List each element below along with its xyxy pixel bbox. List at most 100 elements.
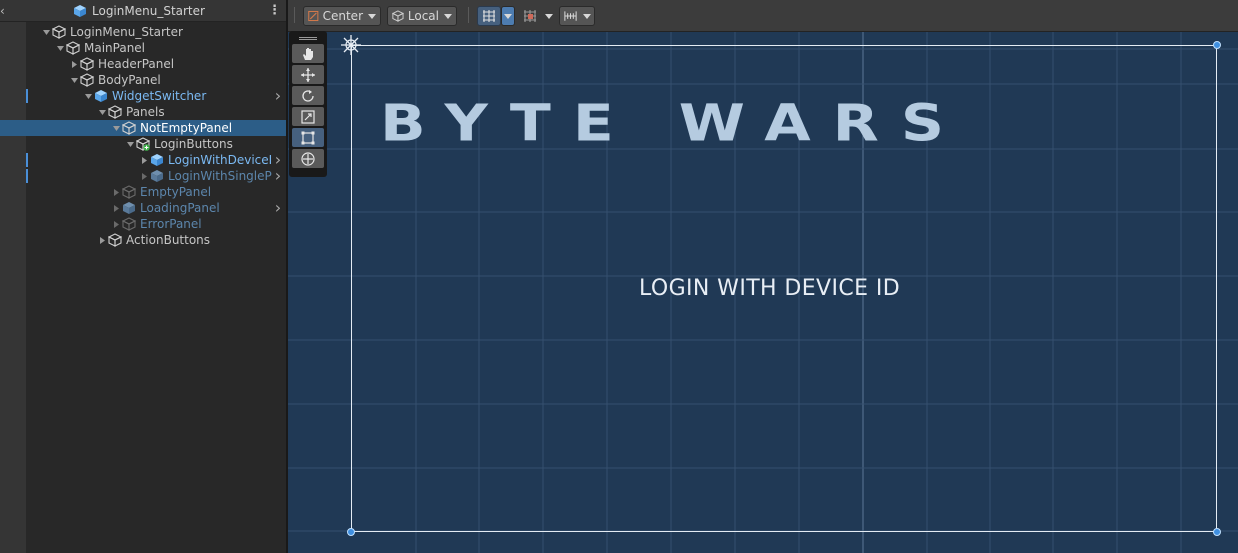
hierarchy-item[interactable]: ErrorPanel (0, 216, 286, 232)
hierarchy-item[interactable]: Panels (0, 104, 286, 120)
hierarchy-item[interactable]: NotEmptyPanel (0, 120, 286, 136)
hierarchy-item-label: ErrorPanel (140, 217, 202, 231)
expand-arrow-right-icon[interactable] (110, 200, 122, 216)
expand-arrow-right-icon[interactable] (68, 56, 80, 72)
hierarchy-item-label: Panels (126, 105, 165, 119)
override-marker (26, 169, 28, 183)
hierarchy-item-label: BodyPanel (98, 73, 161, 87)
hierarchy-item[interactable]: LoginWithSingleP › (0, 168, 286, 184)
chevron-down-icon (545, 13, 553, 19)
rotate-icon (302, 89, 314, 102)
gameobject-cube-icon (108, 105, 122, 119)
expand-arrow-down-icon[interactable] (54, 40, 66, 56)
login-device-id-button-label[interactable]: LOGIN WITH DEVICE ID (639, 276, 900, 302)
prefab-stage-title: LoginMenu_Starter (73, 3, 205, 19)
hierarchy-item[interactable]: BodyPanel (0, 72, 286, 88)
gameobject-cube-icon (122, 121, 136, 135)
grid-visibility-dropdown[interactable] (542, 6, 556, 26)
tool-palette (289, 31, 327, 177)
chevron-down-icon (504, 13, 512, 19)
rect-handle-bottom-right[interactable] (1213, 528, 1221, 536)
transform-tool-button[interactable] (292, 149, 324, 168)
grid-snapping-button[interactable] (477, 6, 501, 26)
prefab-stage-title-label: LoginMenu_Starter (92, 4, 205, 18)
hierarchy-item[interactable]: MainPanel (0, 40, 286, 56)
expand-arrow-down-icon[interactable] (124, 136, 136, 152)
rotate-tool-button[interactable] (292, 86, 324, 105)
hierarchy-item-label: LoginWithSingleP (168, 169, 272, 183)
hierarchy-item[interactable]: LoadingPanel › (0, 200, 286, 216)
hand-tool-button[interactable] (292, 44, 324, 63)
override-marker (26, 89, 28, 103)
back-chevron-icon[interactable]: ‹ (0, 2, 10, 20)
scale-icon (301, 109, 315, 124)
gameobject-cube-icon (52, 25, 66, 39)
hierarchy-item[interactable]: EmptyPanel (0, 184, 286, 200)
gameobject-cube-icon (122, 217, 136, 231)
expand-arrow-right-icon[interactable] (138, 168, 150, 184)
hierarchy-item-label: LoginMenu_Starter (70, 25, 183, 39)
pivot-rotation-label: Local (407, 9, 439, 23)
pivot-gizmo-icon[interactable] (339, 33, 363, 57)
rect-tool-button[interactable] (292, 128, 324, 147)
scene-toolbar: Center Local (288, 0, 1238, 32)
gameobject-cube-icon (122, 185, 136, 199)
expand-arrow-down-icon[interactable] (110, 120, 122, 136)
expand-arrow-right-icon[interactable] (138, 152, 150, 168)
pivot-mode-dropdown[interactable]: Center (303, 6, 381, 26)
pivot-mode-label: Center (322, 9, 363, 23)
prefab-cube-icon (74, 5, 86, 17)
hierarchy-tree: LoginMenu_Starter MainPanel HeaderPanel Bod… (0, 24, 286, 248)
expand-arrow-right-icon[interactable] (110, 216, 122, 232)
grid-snapping-dropdown[interactable] (501, 6, 515, 26)
rect-handle-bottom-left[interactable] (347, 528, 355, 536)
hierarchy-item[interactable]: HeaderPanel (0, 56, 286, 72)
override-marker (26, 153, 28, 167)
hierarchy-item-label: EmptyPanel (140, 185, 212, 199)
open-prefab-chevron-icon[interactable]: › (272, 200, 284, 216)
hierarchy-item-label: WidgetSwitcher (112, 89, 207, 103)
open-prefab-chevron-icon[interactable]: › (272, 88, 284, 104)
chevron-down-icon (444, 13, 452, 19)
expand-arrow-down-icon[interactable] (96, 104, 108, 120)
local-cube-icon (392, 10, 404, 22)
hierarchy-item-label: LoginButtons (154, 137, 233, 151)
expand-arrow-down-icon[interactable] (82, 88, 94, 104)
more-options-icon[interactable]: ⋮ (268, 3, 281, 19)
chevron-down-icon (368, 13, 376, 19)
hierarchy-item[interactable]: LoginWithDeviceI › (0, 152, 286, 168)
move-tool-button[interactable] (292, 65, 324, 84)
hierarchy-header: ‹ LoginMenu_Starter ⋮ (0, 0, 286, 22)
hierarchy-item[interactable]: LoginMenu_Starter (0, 24, 286, 40)
toolbar-separator (468, 7, 469, 23)
grid-icon (524, 10, 536, 22)
hierarchy-item[interactable]: LoginButtons (0, 136, 286, 152)
expand-arrow-down-icon[interactable] (40, 24, 52, 40)
hierarchy-item-label: NotEmptyPanel (140, 121, 233, 135)
hierarchy-panel: ‹ LoginMenu_Starter ⋮ LoginMenu_Starter M… (0, 0, 286, 553)
prefab-cube-icon (151, 170, 163, 182)
pivot-rotation-dropdown[interactable]: Local (387, 6, 457, 26)
transform-icon (301, 151, 315, 166)
pivot-center-icon (308, 10, 319, 22)
rect-handle-top-right[interactable] (1213, 41, 1221, 49)
gameobject-cube-icon (66, 41, 80, 55)
prefab-cube-icon (151, 154, 163, 166)
open-prefab-chevron-icon[interactable]: › (272, 168, 284, 184)
expand-arrow-right-icon[interactable] (96, 232, 108, 248)
grid-visibility-button[interactable] (518, 6, 542, 26)
hierarchy-item[interactable]: ActionButtons (0, 232, 286, 248)
rect-transform-icon (301, 131, 315, 144)
move-icon (301, 67, 315, 82)
gameobject-cube-icon (108, 233, 122, 247)
prefab-cube-icon (123, 202, 135, 214)
palette-grip-icon[interactable] (299, 37, 317, 40)
hierarchy-item-label: LoadingPanel (140, 201, 220, 215)
expand-arrow-right-icon[interactable] (110, 184, 122, 200)
expand-arrow-down-icon[interactable] (68, 72, 80, 88)
gameobject-cube-icon (80, 57, 94, 71)
hierarchy-item[interactable]: WidgetSwitcher › (0, 88, 286, 104)
scale-tool-button[interactable] (292, 107, 324, 126)
increment-snapping-dropdown[interactable] (559, 6, 595, 26)
game-logo: BYTE WARS (380, 93, 967, 154)
